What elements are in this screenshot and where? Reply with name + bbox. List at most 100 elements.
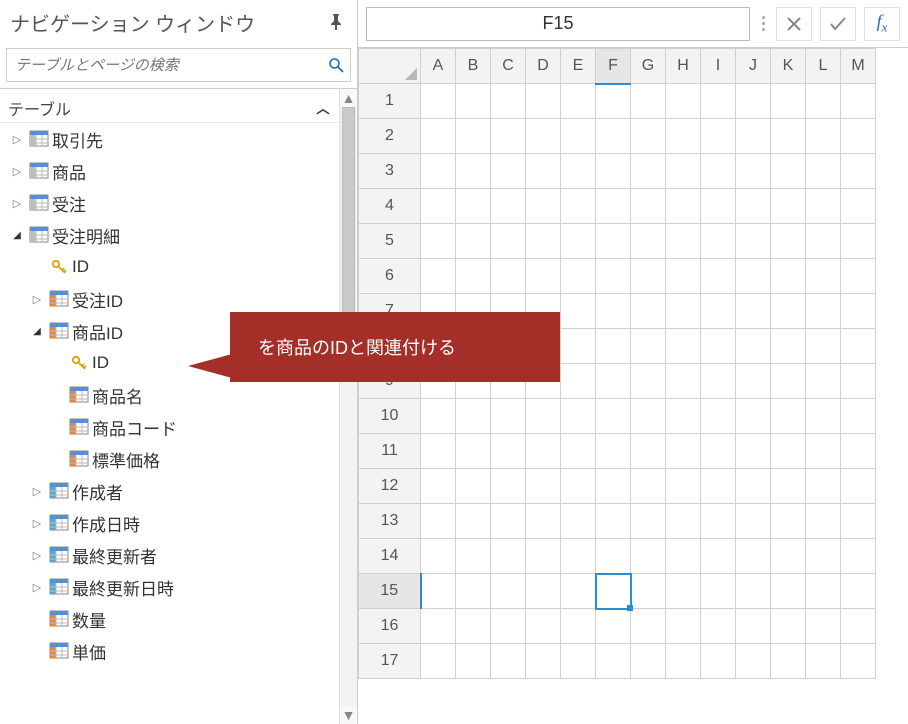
column-header[interactable]: D xyxy=(526,49,561,84)
cell[interactable] xyxy=(666,434,701,469)
cell[interactable] xyxy=(771,399,806,434)
cell[interactable] xyxy=(596,574,631,609)
name-box[interactable]: F15 xyxy=(366,7,750,41)
cell[interactable] xyxy=(701,644,736,679)
cell[interactable] xyxy=(701,469,736,504)
row-header[interactable]: 14 xyxy=(359,539,421,574)
cell[interactable] xyxy=(841,469,876,504)
cell[interactable] xyxy=(841,364,876,399)
cell[interactable] xyxy=(526,609,561,644)
cell[interactable] xyxy=(491,119,526,154)
cell[interactable] xyxy=(666,154,701,189)
cell[interactable] xyxy=(561,574,596,609)
cell[interactable] xyxy=(806,644,841,679)
cell[interactable] xyxy=(806,84,841,119)
search-button[interactable] xyxy=(322,51,350,79)
cell[interactable] xyxy=(421,574,456,609)
cell[interactable] xyxy=(631,434,666,469)
cell[interactable] xyxy=(771,364,806,399)
cell[interactable] xyxy=(701,434,736,469)
tree-item[interactable]: ▷受注 xyxy=(0,187,339,219)
cell[interactable] xyxy=(421,434,456,469)
cell[interactable] xyxy=(421,189,456,224)
cell[interactable] xyxy=(596,329,631,364)
fx-button[interactable]: fx xyxy=(864,7,900,41)
cell[interactable] xyxy=(806,609,841,644)
cell[interactable] xyxy=(561,469,596,504)
cell[interactable] xyxy=(421,609,456,644)
cell[interactable] xyxy=(456,119,491,154)
cell[interactable] xyxy=(666,574,701,609)
cell[interactable] xyxy=(631,329,666,364)
cancel-button[interactable] xyxy=(776,7,812,41)
cell[interactable] xyxy=(736,504,771,539)
cell[interactable] xyxy=(631,539,666,574)
cell[interactable] xyxy=(596,539,631,574)
cell[interactable] xyxy=(561,294,596,329)
cell[interactable] xyxy=(561,119,596,154)
cell[interactable] xyxy=(631,189,666,224)
row-header[interactable]: 13 xyxy=(359,504,421,539)
cell[interactable] xyxy=(736,189,771,224)
cell[interactable] xyxy=(596,504,631,539)
cell[interactable] xyxy=(736,399,771,434)
cell[interactable] xyxy=(561,259,596,294)
cell[interactable] xyxy=(491,84,526,119)
scroll-up-arrow-icon[interactable]: ▲ xyxy=(340,89,357,107)
cell[interactable] xyxy=(421,469,456,504)
search-box[interactable] xyxy=(6,48,351,82)
cell[interactable] xyxy=(771,329,806,364)
cell[interactable] xyxy=(596,364,631,399)
cell[interactable] xyxy=(701,364,736,399)
row-header[interactable]: 11 xyxy=(359,434,421,469)
cell[interactable] xyxy=(736,329,771,364)
cell[interactable] xyxy=(421,119,456,154)
cell[interactable] xyxy=(631,364,666,399)
row-header[interactable]: 6 xyxy=(359,259,421,294)
cell[interactable] xyxy=(771,609,806,644)
cell[interactable] xyxy=(491,504,526,539)
cell[interactable] xyxy=(771,574,806,609)
cell[interactable] xyxy=(806,539,841,574)
cell[interactable] xyxy=(771,189,806,224)
cell[interactable] xyxy=(421,259,456,294)
cell[interactable] xyxy=(526,469,561,504)
scroll-track[interactable] xyxy=(340,107,357,706)
cell[interactable] xyxy=(771,434,806,469)
row-header[interactable]: 15 xyxy=(359,574,421,609)
cell[interactable] xyxy=(491,644,526,679)
cell[interactable] xyxy=(631,644,666,679)
cell[interactable] xyxy=(736,259,771,294)
cell[interactable] xyxy=(736,294,771,329)
cell[interactable] xyxy=(841,294,876,329)
cell[interactable] xyxy=(701,329,736,364)
cell[interactable] xyxy=(841,574,876,609)
cell[interactable] xyxy=(456,644,491,679)
cell[interactable] xyxy=(701,504,736,539)
cell[interactable] xyxy=(526,644,561,679)
cell[interactable] xyxy=(596,609,631,644)
cell[interactable] xyxy=(526,259,561,294)
cell[interactable] xyxy=(561,434,596,469)
tree-item[interactable]: ID xyxy=(0,251,339,283)
cell[interactable] xyxy=(736,434,771,469)
cell[interactable] xyxy=(421,539,456,574)
cell[interactable] xyxy=(631,609,666,644)
cell[interactable] xyxy=(526,399,561,434)
row-header[interactable]: 1 xyxy=(359,84,421,119)
tree-item[interactable]: ▷作成者 xyxy=(0,475,339,507)
cell[interactable] xyxy=(666,539,701,574)
cell[interactable] xyxy=(596,189,631,224)
cell[interactable] xyxy=(561,644,596,679)
cell[interactable] xyxy=(841,84,876,119)
column-header[interactable]: I xyxy=(701,49,736,84)
cell[interactable] xyxy=(596,294,631,329)
cell[interactable] xyxy=(666,189,701,224)
cell[interactable] xyxy=(841,399,876,434)
cell[interactable] xyxy=(666,329,701,364)
cell[interactable] xyxy=(666,259,701,294)
cell[interactable] xyxy=(631,224,666,259)
cell[interactable] xyxy=(561,154,596,189)
cell[interactable] xyxy=(806,504,841,539)
cell[interactable] xyxy=(526,434,561,469)
